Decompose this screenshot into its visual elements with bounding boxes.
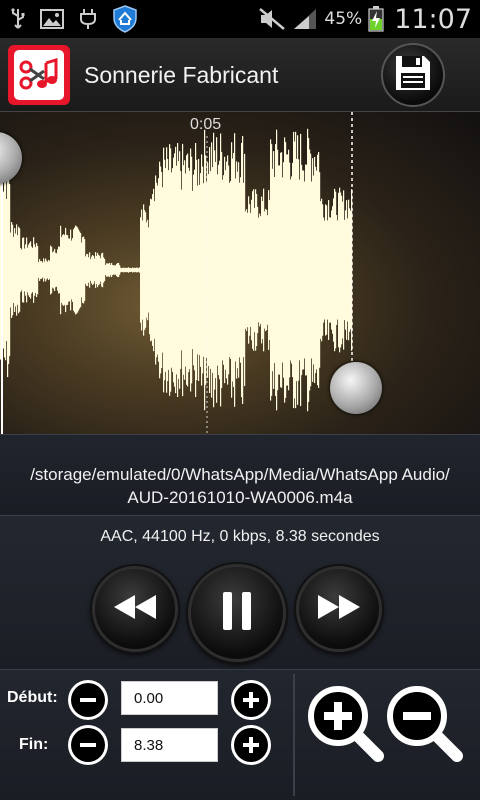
minus-icon [80,698,96,702]
end-decrease-button[interactable] [68,725,108,765]
status-bar: 45% 11:07 [0,0,480,38]
end-increase-button[interactable] [231,725,271,765]
time-marker: 0:05 [190,116,222,133]
playback-panel: AAC, 44100 Hz, 0 kbps, 8.38 secondes [0,516,480,670]
start-time-field[interactable]: 0.00 [121,681,218,715]
zoom-in-icon [308,686,384,762]
waveform-graph [0,112,353,434]
fast-forward-button[interactable] [296,566,382,652]
zoom-out-icon [387,686,463,762]
pause-icon [221,591,253,636]
start-decrease-button[interactable] [68,680,108,720]
start-label: Début: [7,689,58,706]
divider [293,674,295,796]
ringtone-maker-icon[interactable] [8,45,70,105]
zoom-in-button[interactable] [306,684,386,769]
usb-icon [10,8,26,30]
file-path: /storage/emulated/0/WhatsApp/Media/Whats… [0,463,480,509]
shield-icon [112,5,138,33]
end-time-field[interactable]: 8.38 [121,728,218,762]
minus-icon [80,743,96,747]
audio-info: AAC, 44100 Hz, 0 kbps, 8.38 secondes [100,528,380,545]
charging-plug-icon [78,8,98,30]
battery-percent: 45% [324,9,363,29]
rewind-icon [112,593,158,626]
pause-button[interactable] [188,564,286,662]
floppy-save-icon [394,54,432,97]
start-increase-button[interactable] [231,680,271,720]
clock: 11:07 [394,3,472,35]
rewind-button[interactable] [92,566,178,652]
end-handle[interactable] [330,362,382,414]
file-path-panel: /storage/emulated/0/WhatsApp/Media/Whats… [0,434,480,516]
mute-icon [258,7,286,31]
end-label: Fin: [19,736,49,753]
zoom-out-button[interactable] [385,684,465,769]
plus-icon [243,737,259,753]
save-button[interactable] [381,43,445,107]
waveform-view[interactable] [0,112,480,434]
waveform-centerline [0,269,352,271]
plus-icon [243,692,259,708]
fast-forward-icon [316,593,362,626]
app-title: Sonnerie Fabricant [84,62,279,88]
file-path-line2: AUD-20161010-WA0006.m4a [127,488,353,507]
gallery-icon [40,9,64,29]
signal-icon [292,7,318,31]
action-bar: Sonnerie Fabricant [0,38,480,112]
battery-charging-icon [368,6,384,32]
file-path-line1: /storage/emulated/0/WhatsApp/Media/Whats… [30,465,450,484]
